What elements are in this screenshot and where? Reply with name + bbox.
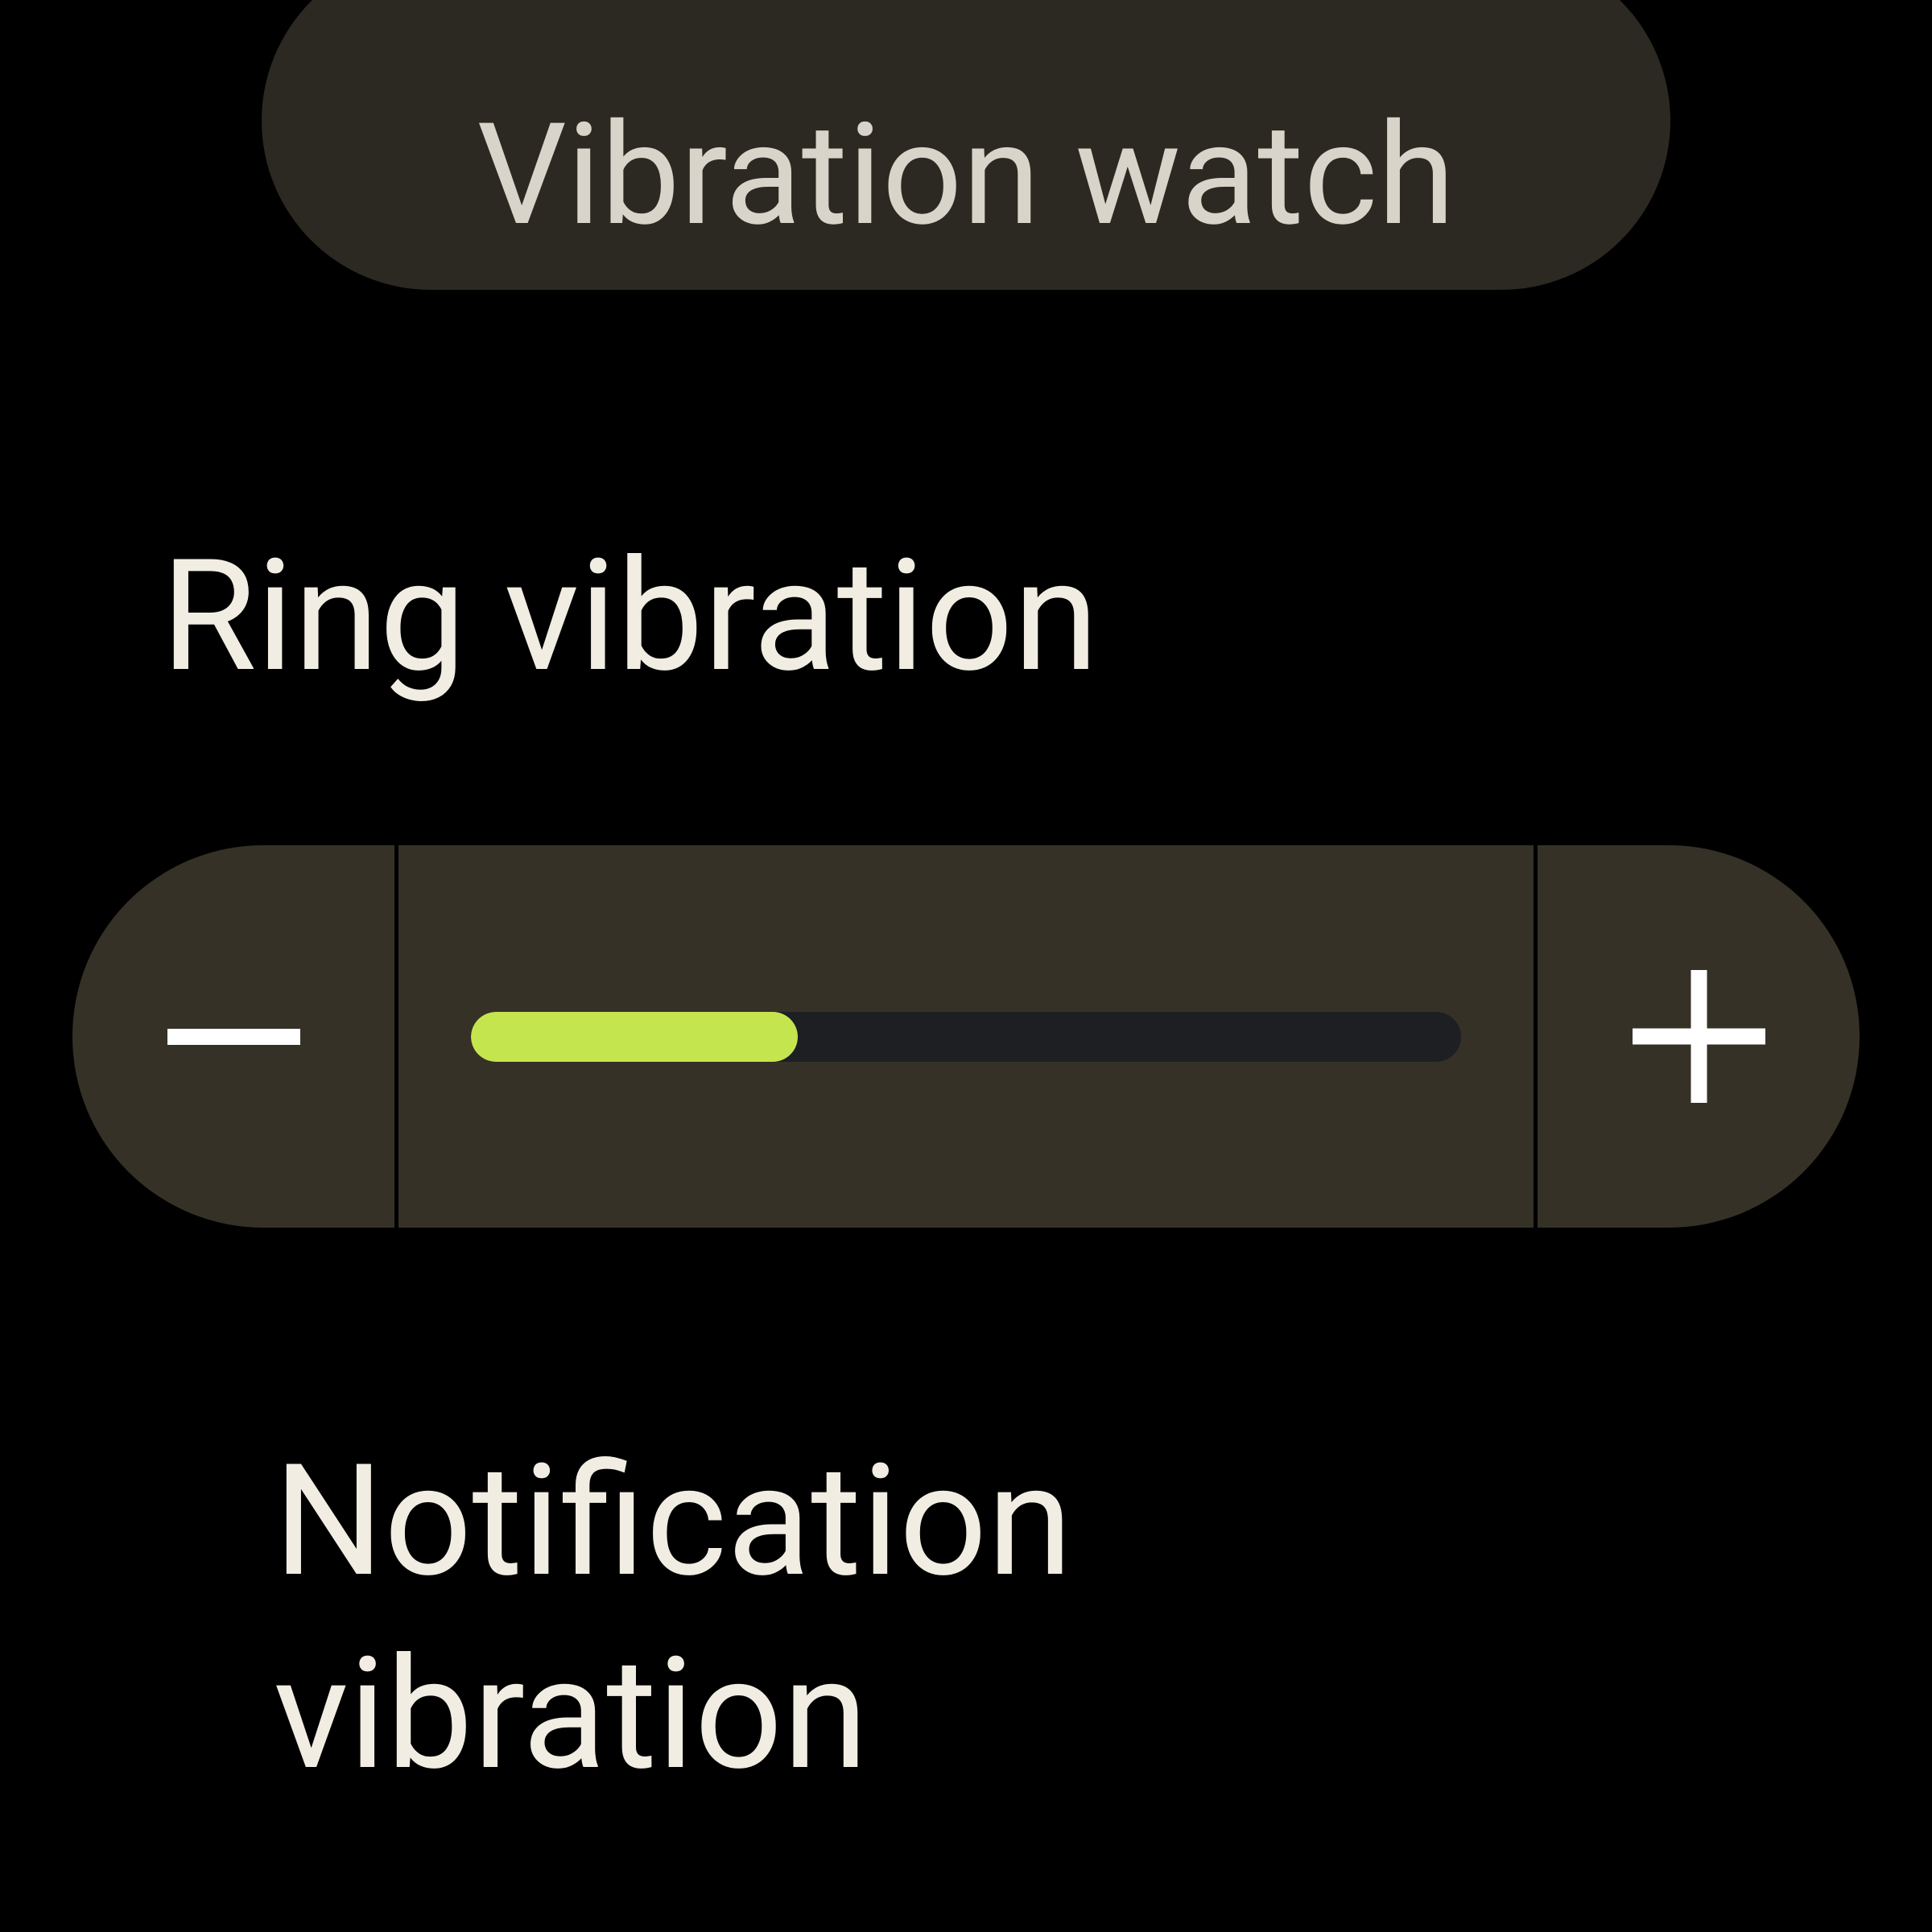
vibration-watch-chip[interactable]: Vibration watch	[262, 0, 1670, 290]
settings-screen: Vibration watch Ring vibration	[0, 0, 1932, 1932]
ring-vibration-slider[interactable]	[398, 845, 1534, 1228]
ring-vibration-stepper	[72, 845, 1860, 1228]
plus-icon	[1633, 970, 1765, 1103]
slider-track	[471, 1012, 1461, 1062]
notification-vibration-label: Notification vibration	[274, 1425, 1658, 1811]
minus-icon	[167, 1029, 300, 1045]
vibration-watch-label: Vibration watch	[477, 105, 1455, 246]
increase-button[interactable]	[1538, 845, 1860, 1228]
decrease-button[interactable]	[72, 845, 394, 1228]
ring-vibration-label: Ring vibration	[161, 535, 1771, 698]
slider-fill	[471, 1012, 798, 1062]
